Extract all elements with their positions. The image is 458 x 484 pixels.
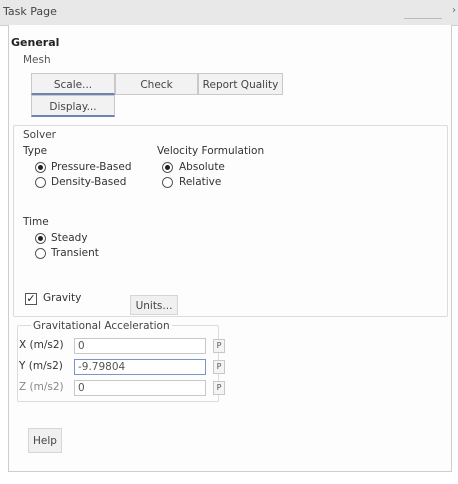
gravity-checkbox[interactable]: ✓ [25, 293, 37, 305]
type-label: Type [23, 145, 48, 157]
gravity-z-parameter-button[interactable]: P [213, 381, 225, 395]
title-bar: Task Page › [0, 0, 458, 26]
gravity-z-input[interactable]: 0 [74, 380, 206, 396]
density-based-label: Density-Based [51, 176, 127, 188]
solver-label: Solver [21, 129, 58, 141]
absolute-label: Absolute [179, 161, 225, 173]
gravity-z-label: Z (m/s2) [19, 381, 64, 393]
velocity-formulation-label: Velocity Formulation [157, 145, 265, 157]
gravity-y-label: Y (m/s2) [19, 360, 63, 372]
transient-label: Transient [51, 247, 99, 259]
density-based-radio[interactable] [35, 177, 46, 188]
task-panel: General Mesh Scale... Check Report Quali… [8, 25, 452, 472]
pressure-based-radio[interactable] [35, 162, 46, 173]
general-heading: General [11, 36, 60, 49]
gravity-x-label: X (m/s2) [19, 339, 64, 351]
absolute-radio[interactable] [162, 162, 173, 173]
help-button[interactable]: Help [28, 428, 62, 453]
gravity-x-parameter-button[interactable]: P [213, 339, 225, 353]
pressure-based-label: Pressure-Based [51, 161, 132, 173]
time-label: Time [23, 216, 49, 228]
gravity-label: Gravity [43, 292, 82, 304]
mesh-label: Mesh [23, 54, 51, 66]
gravitational-acceleration-label: Gravitational Acceleration [31, 320, 172, 332]
scale-button[interactable]: Scale... [31, 73, 115, 95]
pin-icon[interactable]: › [452, 5, 456, 16]
report-quality-button[interactable]: Report Quality [198, 73, 283, 95]
gravity-y-parameter-button[interactable]: P [213, 360, 225, 374]
gravity-y-input[interactable]: -9.79804 [74, 359, 206, 375]
units-button[interactable]: Units... [130, 295, 178, 315]
relative-radio[interactable] [162, 177, 173, 188]
display-button[interactable]: Display... [31, 95, 115, 117]
check-button[interactable]: Check [115, 73, 198, 95]
transient-radio[interactable] [35, 248, 46, 259]
relative-label: Relative [179, 176, 222, 188]
window-title: Task Page [3, 5, 57, 18]
gravity-x-input[interactable]: 0 [74, 338, 206, 354]
drag-grip-icon[interactable] [404, 18, 442, 21]
steady-label: Steady [51, 232, 88, 244]
steady-radio[interactable] [35, 233, 46, 244]
